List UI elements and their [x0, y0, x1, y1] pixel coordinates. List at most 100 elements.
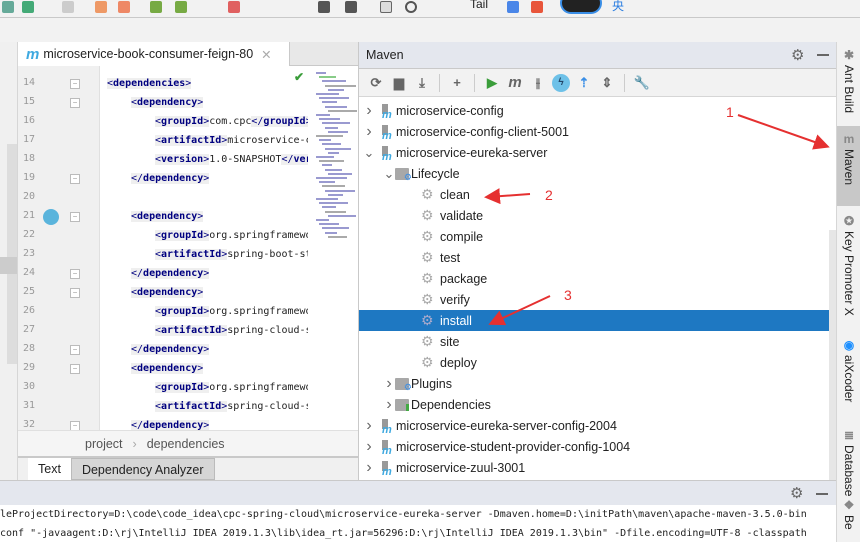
run-icon[interactable]: ▶ [483, 74, 501, 92]
translate-alt-icon[interactable] [531, 1, 543, 13]
gear-icon[interactable]: ⚙ [791, 46, 804, 64]
tool-window-maven[interactable]: m Maven [837, 126, 860, 206]
avatar[interactable] [560, 0, 602, 14]
fold-marker-icon[interactable]: − [70, 79, 80, 89]
gear-icon[interactable]: ⚙ [790, 484, 803, 502]
tail-button[interactable]: Tail [470, 0, 488, 11]
tree-node-lifecycle[interactable]: ⌄ ⚙ Lifecycle [359, 163, 829, 184]
coverage-icon[interactable] [95, 1, 107, 13]
search-icon[interactable] [405, 1, 417, 13]
chevron-right-icon[interactable]: › [363, 102, 375, 120]
tool-window-key-promoter-x[interactable]: ✪ Key Promoter X [837, 208, 860, 330]
wrench-icon[interactable]: 🔧 [633, 74, 651, 92]
tool-window-database[interactable]: ≣ Database [837, 422, 860, 496]
tree-node-dependencies[interactable]: › Dependencies [359, 394, 829, 415]
lifecycle-goal-package[interactable]: ⚙ package [359, 268, 829, 289]
inspection-ok-icon[interactable]: ✔ [294, 70, 304, 84]
chevron-right-icon[interactable]: › [363, 459, 375, 477]
implementation-gutter-icon[interactable] [43, 209, 59, 225]
jrebel-run-icon[interactable] [150, 1, 162, 13]
execute-goal-icon[interactable]: m [506, 74, 524, 92]
fold-marker-icon[interactable]: − [70, 288, 80, 298]
toggle-offline-icon[interactable]: ⫲ [529, 74, 547, 92]
chevron-right-icon[interactable]: › [363, 438, 375, 456]
tree-node-microservice-eureka-server-config-2004[interactable]: › m microservice-eureka-server-config-2004 [359, 415, 829, 436]
code-line: </dependency> [131, 416, 210, 430]
tree-node-plugins[interactable]: › ⚙ Plugins [359, 373, 829, 394]
line-number: 25 [23, 286, 36, 297]
tab-dependency-analyzer[interactable]: Dependency Analyzer [70, 458, 215, 480]
lifecycle-goal-clean[interactable]: ⚙ clean [359, 184, 829, 205]
editor-gutter: 14 − 15 − 16 17 18 19 − 20 21 − 22 23 24 − 25 − 26 27 28 − 29 −… [18, 66, 100, 431]
fold-marker-icon[interactable]: − [70, 345, 80, 355]
generate-sources-icon[interactable]: ▆ [390, 74, 408, 92]
minimap-line [328, 235, 347, 238]
annotation-label-3: 3 [564, 287, 572, 303]
minimap-line [322, 80, 346, 83]
tool-window-label: aiXcoder [842, 355, 856, 403]
chevron-right-icon[interactable]: › [363, 417, 375, 435]
minimize-icon[interactable] [816, 493, 828, 495]
chevron-right-icon[interactable]: › [383, 375, 395, 393]
tree-node-microservice-config-client-5001[interactable]: › m microservice-config-client-5001 [359, 121, 829, 142]
code-area[interactable]: <dependencies> <dependency> <groupId>com.c… [101, 66, 308, 430]
tree-node-label: install [440, 313, 472, 328]
fold-marker-icon[interactable]: − [70, 174, 80, 184]
breadcrumb-item-dependencies[interactable]: dependencies [147, 437, 225, 451]
minimap-line [316, 93, 339, 95]
fold-marker-icon[interactable]: − [70, 269, 80, 279]
fold-marker-icon[interactable]: − [70, 364, 80, 374]
fold-marker-icon[interactable]: − [70, 212, 80, 222]
chevron-down-icon[interactable]: ⌄ [363, 145, 375, 161]
tree-node-microservice-student-provider-config-1004[interactable]: › m microservice-student-provider-config-1… [359, 436, 829, 457]
skip-tests-icon[interactable]: ϟ [552, 73, 570, 92]
download-icon[interactable]: ⤓ [413, 74, 431, 92]
collapse-all-icon[interactable]: ⇕ [598, 74, 616, 92]
tool-window-ant-build[interactable]: ✱ Ant Build [837, 42, 860, 124]
lifecycle-goal-validate[interactable]: ⚙ validate [359, 205, 829, 226]
chevron-right-icon[interactable]: › [363, 123, 375, 141]
minimap-line [316, 114, 330, 116]
tab-text[interactable]: Text [28, 458, 71, 480]
show-dependencies-icon[interactable]: ⇡ [575, 74, 593, 92]
lifecycle-goal-deploy[interactable]: ⚙ deploy [359, 352, 829, 373]
lifecycle-goal-verify[interactable]: ⚙ verify [359, 289, 829, 310]
close-tab-icon[interactable]: ✕ [261, 47, 271, 62]
stop-icon[interactable] [228, 1, 240, 13]
fold-marker-icon[interactable]: − [70, 98, 80, 108]
build-icon[interactable] [2, 1, 14, 13]
xml-tag: <artifactId> [155, 249, 228, 260]
editor-tab-file[interactable]: m microservice-book-consumer-feign-80 ✕ [18, 42, 290, 66]
line-number: 15 [23, 96, 36, 107]
reload-icon[interactable]: ⟳ [367, 74, 385, 92]
xml-tag: <dependency> [131, 97, 204, 108]
minimap-line [325, 147, 351, 150]
code-minimap[interactable]: ✔ [294, 66, 358, 430]
tree-node-microservice-zuul-3001[interactable]: › m microservice-zuul-3001 [359, 457, 829, 478]
lifecycle-goal-compile[interactable]: ⚙ compile [359, 226, 829, 247]
profile-icon[interactable] [118, 1, 130, 13]
breadcrumb-item-project[interactable]: project [85, 437, 123, 451]
minimap-line [322, 206, 336, 209]
jrebel-debug-icon[interactable] [175, 1, 187, 13]
add-icon[interactable]: + [448, 74, 466, 92]
translate-icon[interactable] [507, 1, 519, 13]
wrench-icon[interactable] [318, 1, 330, 13]
lifecycle-goal-site[interactable]: ⚙ site [359, 331, 829, 352]
debug-icon[interactable] [62, 1, 74, 13]
minimize-icon[interactable] [817, 54, 829, 56]
minimap-line [328, 109, 357, 112]
chevron-right-icon[interactable]: › [383, 396, 395, 414]
project-structure-icon[interactable] [345, 1, 357, 13]
lifecycle-goal-install[interactable]: ⚙ install [359, 310, 837, 331]
tool-window-be[interactable]: ❖ Be [837, 492, 860, 542]
chevron-down-icon[interactable]: ⌄ [383, 166, 395, 182]
tool-window-aixcoder[interactable]: ◉ aiXcoder [837, 332, 860, 420]
run-icon[interactable] [22, 1, 34, 13]
run-anything-icon[interactable] [380, 1, 392, 13]
lifecycle-goal-test[interactable]: ⚙ test [359, 247, 829, 268]
tree-node-microservice-config[interactable]: › m microservice-config [359, 100, 829, 121]
xml-tag: <groupId> [155, 230, 210, 241]
line-number: 16 [23, 115, 36, 126]
tree-node-microservice-eureka-server[interactable]: ⌄ m microservice-eureka-server [359, 142, 829, 163]
